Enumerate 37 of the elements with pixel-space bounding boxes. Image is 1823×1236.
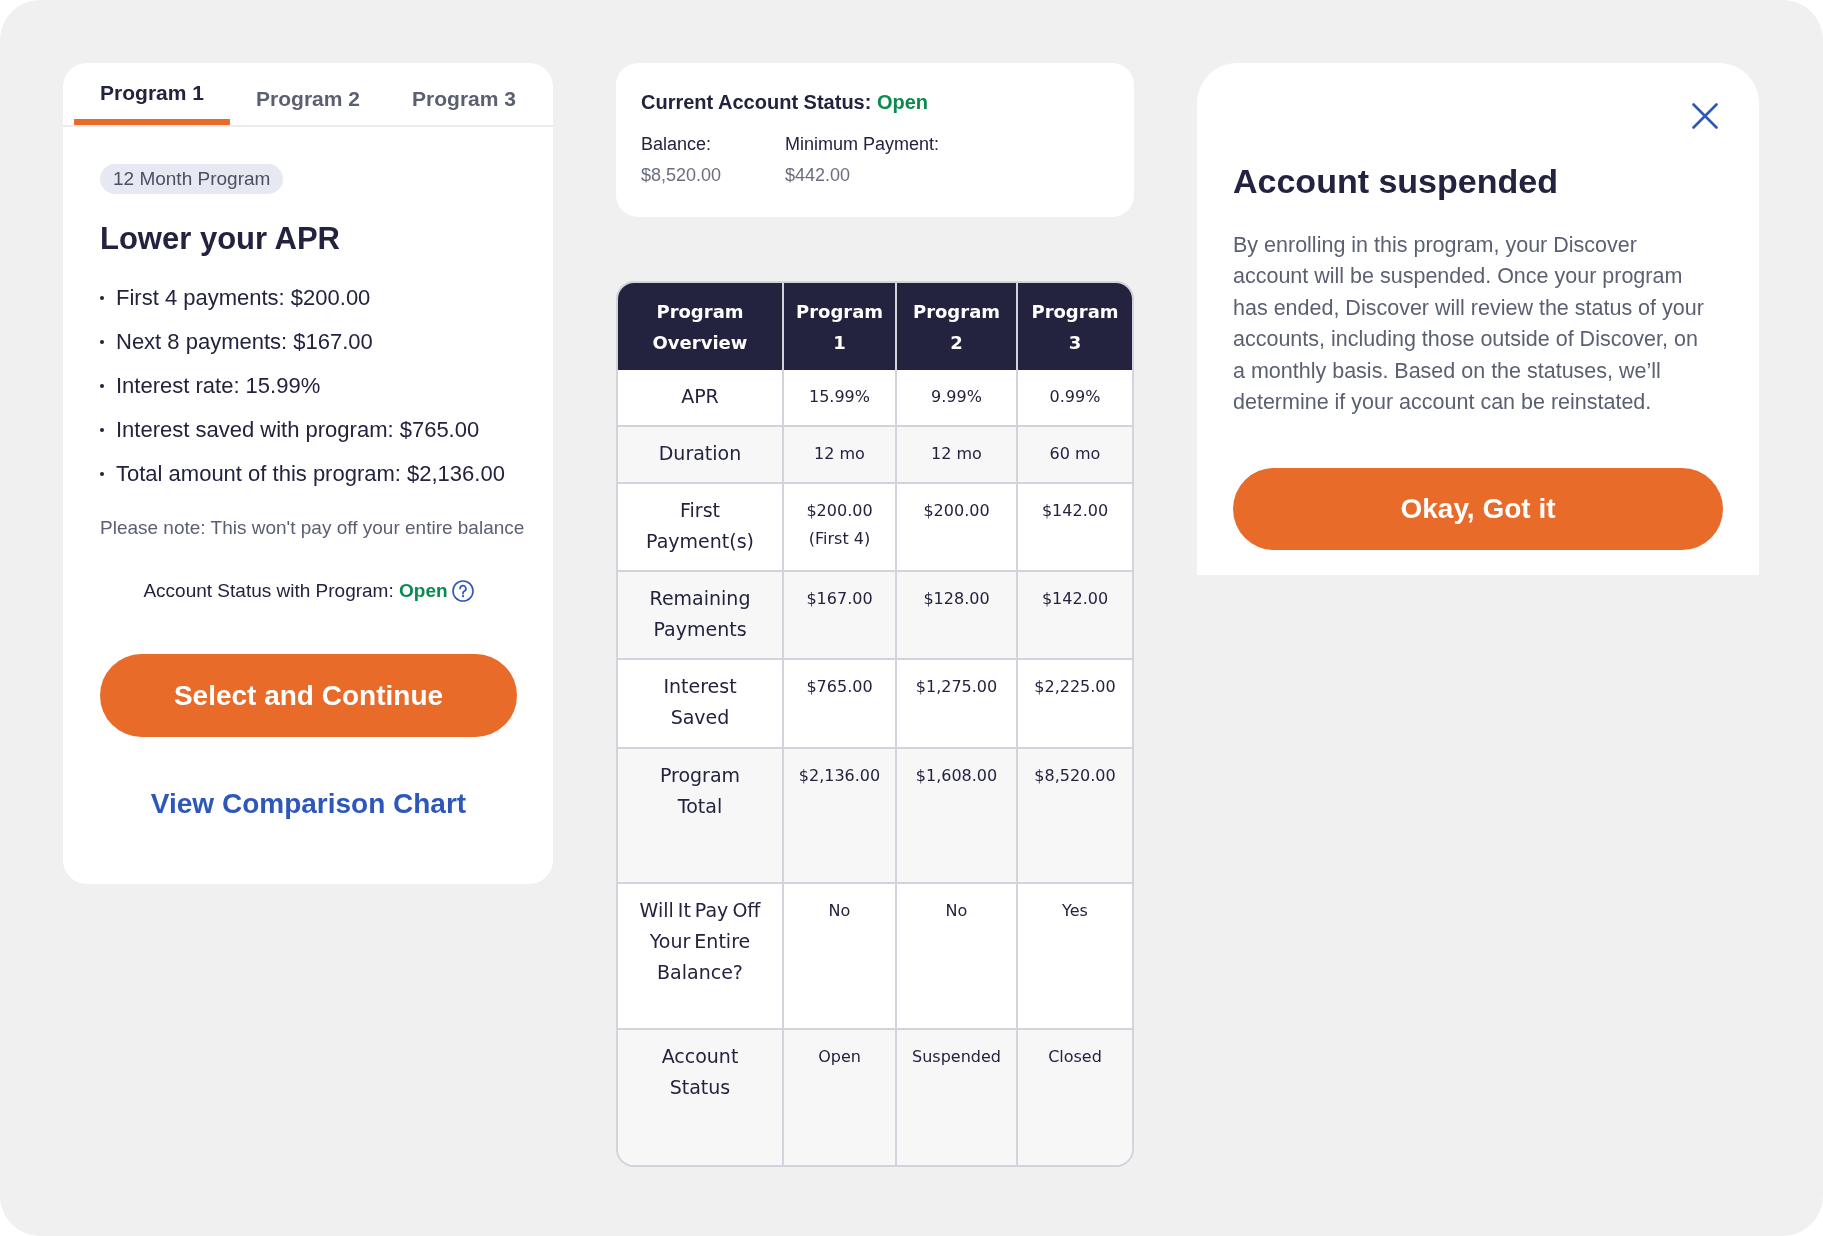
account-status-text: Account Status with Program: Open [143,579,448,603]
detail-text: First 4 payments: $200.00 [116,285,371,311]
continue-button[interactable]: Select and Continue [100,654,517,737]
field-label: Minimum Payment: [785,133,940,155]
column-header: Program 3 [1018,283,1132,370]
account-status-title: Current Account Status: Open [641,90,930,114]
column-header: Program 1 [784,283,897,370]
note-text: Please note: This won't pay off your entire balance [100,516,525,540]
confirm-button[interactable]: Okay, Got it [1233,468,1723,551]
close-icon [1692,103,1718,129]
column-header: Program 2 [897,283,1018,370]
bullet-icon [100,296,104,300]
detail-text: Interest saved with program: $765.00 [116,417,480,443]
program-tab[interactable]: Program 3 [386,81,542,125]
field-value: $8,520.00 [641,164,722,186]
table-cell-text: Closed [1047,1046,1103,1068]
close-button[interactable] [1692,103,1718,129]
detail-text: Interest rate: 15.99% [116,373,321,399]
detail-text: Next 8 payments: $167.00 [116,329,373,355]
bullet-icon [100,472,104,476]
dialog-title: Account suspended [1233,161,1559,201]
bullet-icon [100,384,104,388]
field-label: Balance: [641,133,712,155]
column-header: Program Overview [618,283,784,370]
program-badge: 12 Month Program [100,164,284,194]
dialog-body: By enrolling in this program, your Discover account will be suspended. Once your program has ended, Discover will review the status of your accounts, including those outside of Discover, on a monthly basis. Based on the statuses, we’ll determine if your account can be reinstated. [1233,232,1705,417]
bullet-icon [100,340,104,344]
table-cell: Open [784,1030,897,1165]
field-value: $442.00 [785,164,851,186]
bullet-icon [100,428,104,432]
table-cell: Suspended [897,1030,1018,1165]
comparison-chart-link[interactable]: View Comparison Chart [150,787,467,821]
detail-text: Total amount of this program: $2,136.00 [116,461,505,487]
program-tab[interactable]: Program 2 [230,81,386,125]
row-header: Account Status [618,1030,784,1165]
help-icon[interactable] [451,580,474,602]
card-heading: Lower your APR [100,220,340,258]
